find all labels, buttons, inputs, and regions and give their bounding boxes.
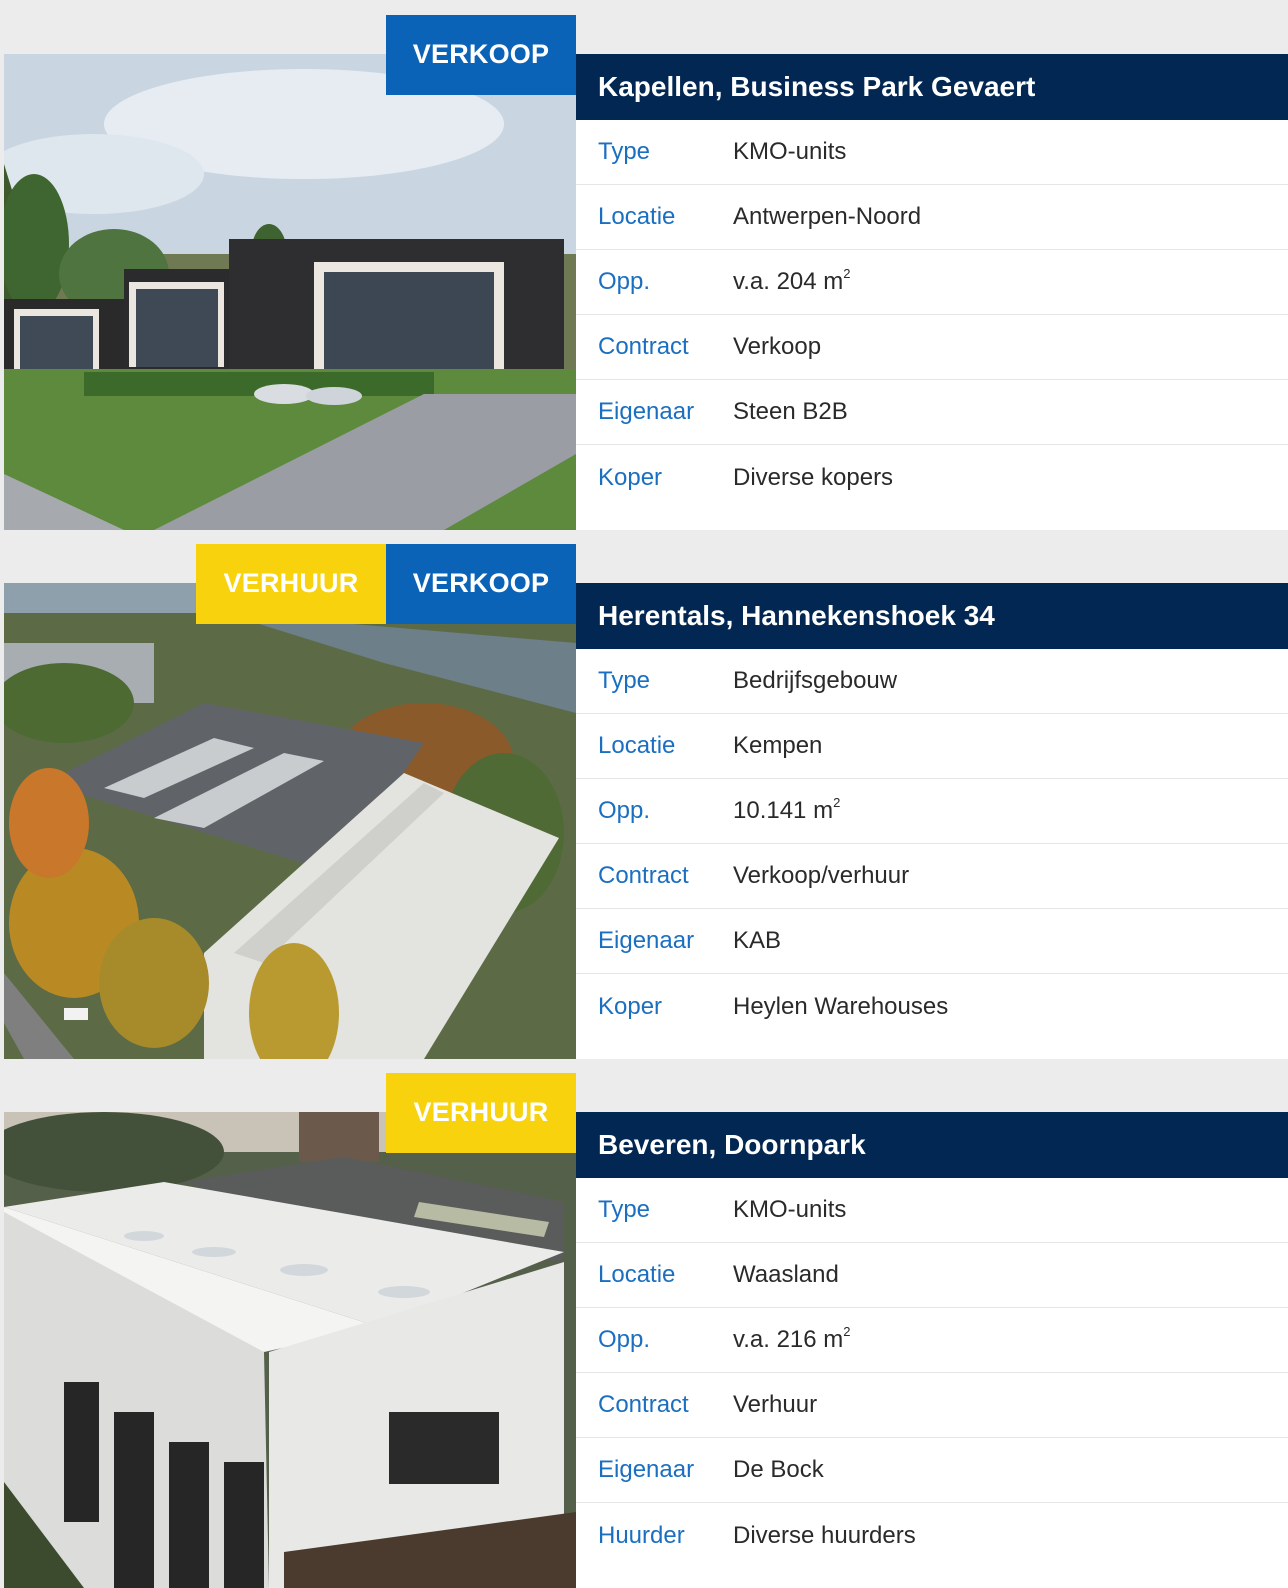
detail-value: Steen B2B — [733, 398, 848, 425]
badge-group: VERHUUR — [386, 1073, 576, 1153]
detail-value-wrap: v.a. 204 m2 — [733, 266, 851, 296]
unit-superscript: 2 — [843, 1324, 851, 1339]
detail-row-buyer: Koper Diverse kopers — [576, 445, 1288, 510]
detail-row-location: Locatie Waasland — [576, 1243, 1288, 1308]
badge-group: VERHUUR VERKOOP — [196, 544, 576, 624]
detail-row-area: Opp. v.a. 204 m2 — [576, 250, 1288, 315]
detail-row-location: Locatie Antwerpen-Noord — [576, 185, 1288, 250]
detail-key: Opp. — [598, 268, 651, 295]
detail-row-contract: Contract Verhuur — [576, 1373, 1288, 1438]
status-badge-rent: VERHUUR — [386, 1073, 576, 1153]
detail-row-contract: Contract Verkoop — [576, 315, 1288, 380]
badge-group: VERKOOP — [386, 15, 576, 95]
detail-value: Verkoop — [733, 333, 822, 360]
detail-value: Diverse kopers — [733, 463, 894, 491]
detail-key: Locatie — [598, 1261, 676, 1288]
detail-row-area: Opp. v.a. 216 m2 — [576, 1308, 1288, 1373]
detail-key: Locatie — [598, 203, 676, 230]
detail-value: Bedrijfsgebouw — [733, 667, 898, 694]
detail-row-type: Type KMO-units — [576, 1178, 1288, 1243]
detail-value: v.a. 216 m — [733, 1326, 844, 1353]
detail-value: Heylen Warehouses — [733, 992, 949, 1020]
detail-row-tenant: Huurder Diverse huurders — [576, 1503, 1288, 1568]
status-badge-rent: VERHUUR — [196, 544, 386, 624]
detail-key: Eigenaar — [598, 1456, 695, 1483]
detail-value: Verkoop/verhuur — [733, 862, 910, 889]
detail-key: Koper — [598, 463, 663, 491]
detail-key: Koper — [598, 992, 663, 1020]
property-photo[interactable] — [4, 54, 576, 530]
detail-row-owner: Eigenaar De Bock — [576, 1438, 1288, 1503]
detail-row-owner: Eigenaar Steen B2B — [576, 380, 1288, 445]
detail-key: Eigenaar — [598, 398, 695, 425]
status-badge-sale: VERKOOP — [386, 15, 576, 95]
detail-value: Antwerpen-Noord — [733, 203, 922, 230]
detail-value: Verhuur — [733, 1391, 818, 1418]
detail-key: Contract — [598, 333, 689, 360]
detail-key: Opp. — [598, 1326, 651, 1353]
detail-key: Type — [598, 667, 651, 694]
listing-title[interactable]: Beveren, Doornpark — [576, 1112, 1288, 1178]
listing-details: Herentals, Hannekenshoek 34 Type Bedrijfs… — [576, 583, 1288, 1059]
detail-key: Huurder — [598, 1521, 685, 1549]
detail-value: KMO-units — [733, 138, 847, 165]
property-photo[interactable] — [4, 583, 576, 1059]
listing-card[interactable]: VERHUUR VERKOOP Herentals, Hannekenshoek… — [0, 544, 1288, 1059]
detail-value: De Bock — [733, 1456, 824, 1483]
detail-key: Opp. — [598, 797, 651, 824]
detail-value: Kempen — [733, 732, 823, 759]
listing-title[interactable]: Herentals, Hannekenshoek 34 — [576, 583, 1288, 649]
unit-superscript: 2 — [843, 266, 851, 281]
detail-value: 10.141 m — [733, 797, 834, 824]
detail-row-type: Type KMO-units — [576, 120, 1288, 185]
property-photo[interactable] — [4, 1112, 576, 1588]
listing-title[interactable]: Kapellen, Business Park Gevaert — [576, 54, 1288, 120]
detail-row-location: Locatie Kempen — [576, 714, 1288, 779]
detail-key: Contract — [598, 862, 689, 889]
detail-row-contract: Contract Verkoop/verhuur — [576, 844, 1288, 909]
detail-row-buyer: Koper Heylen Warehouses — [576, 974, 1288, 1039]
detail-key: Eigenaar — [598, 927, 695, 954]
detail-row-type: Type Bedrijfsgebouw — [576, 649, 1288, 714]
detail-key: Type — [598, 1196, 651, 1223]
detail-value: KMO-units — [733, 1196, 847, 1223]
detail-value: v.a. 204 m — [733, 268, 844, 295]
detail-key: Contract — [598, 1391, 689, 1418]
detail-value-wrap: 10.141 m2 — [733, 795, 841, 825]
detail-value-wrap: v.a. 216 m2 — [733, 1324, 851, 1354]
detail-value: KAB — [733, 927, 782, 954]
detail-row-owner: Eigenaar KAB — [576, 909, 1288, 974]
detail-value: Diverse huurders — [733, 1521, 916, 1549]
detail-key: Locatie — [598, 732, 676, 759]
detail-value: Waasland — [733, 1261, 839, 1288]
detail-key: Type — [598, 138, 651, 165]
detail-row-area: Opp. 10.141 m2 — [576, 779, 1288, 844]
status-badge-sale: VERKOOP — [386, 544, 576, 624]
unit-superscript: 2 — [833, 795, 841, 810]
listing-card[interactable]: VERKOOP Kapellen, Business Park Gevaert … — [0, 15, 1288, 530]
listing-details: Beveren, Doornpark Type KMO-units Locatie… — [576, 1112, 1288, 1588]
listing-details: Kapellen, Business Park Gevaert Type KMO-… — [576, 54, 1288, 530]
listing-card[interactable]: VERHUUR Beveren, Doornpark Type KMO-units… — [0, 1073, 1288, 1588]
